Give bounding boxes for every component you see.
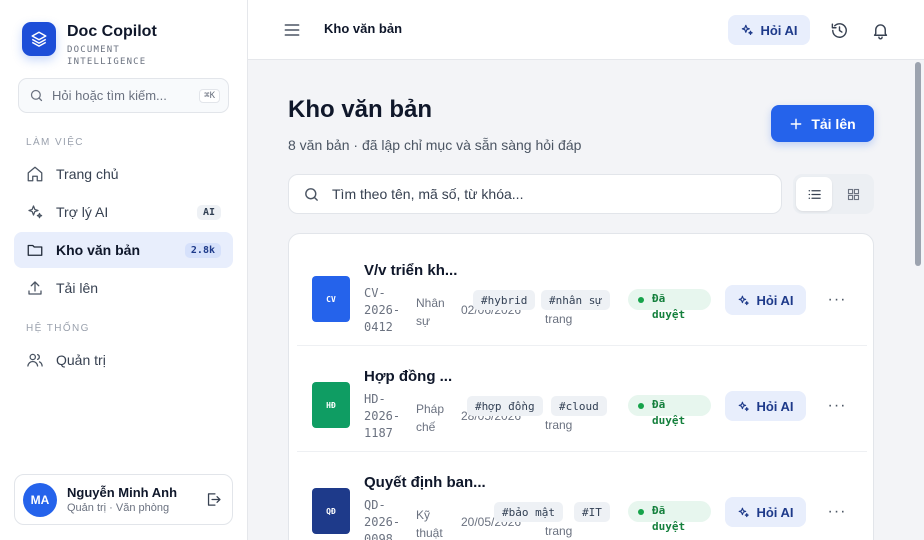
status-label: Đã duyệt bbox=[652, 398, 686, 427]
avatar: MA bbox=[23, 482, 57, 517]
app-tagline: DOCUMENT INTELLIGENCE bbox=[67, 45, 147, 67]
sidebar-item-label: Trợ lý AI bbox=[56, 204, 109, 220]
tag[interactable]: #hợp đồng bbox=[467, 396, 543, 416]
more-options-icon[interactable]: ··· bbox=[828, 502, 846, 522]
sparkles-icon bbox=[742, 24, 754, 36]
sidebar-item-admin[interactable]: Quản trị bbox=[14, 342, 233, 378]
ask-ai-button[interactable]: Hỏi AI bbox=[725, 391, 806, 421]
scrollbar[interactable] bbox=[915, 62, 921, 266]
more-options-icon[interactable]: ··· bbox=[828, 396, 846, 416]
sidebar-item-document-store[interactable]: Kho văn bản 2.8k bbox=[14, 232, 233, 268]
user-role: Quản trị · Văn phòng bbox=[67, 501, 170, 514]
grid-view-icon[interactable] bbox=[835, 177, 871, 211]
document-department: Pháp chế bbox=[416, 402, 445, 434]
status-dot bbox=[638, 297, 644, 303]
home-icon bbox=[27, 166, 43, 182]
view-toggle bbox=[793, 174, 874, 214]
sidebar-item-home[interactable]: Trang chủ bbox=[14, 156, 233, 192]
document-search-input[interactable]: Tìm theo tên, mã số, từ khóa... bbox=[288, 174, 782, 214]
menu-icon[interactable] bbox=[282, 20, 302, 40]
users-icon bbox=[27, 353, 43, 367]
ask-ai-button[interactable]: Hỏi AI bbox=[725, 285, 806, 315]
layers-logo-icon bbox=[22, 22, 56, 56]
document-type-icon: QĐ bbox=[312, 488, 350, 534]
document-type-icon: CV bbox=[312, 276, 350, 322]
tag[interactable]: #IT bbox=[574, 502, 610, 522]
tag[interactable]: #bảo mật bbox=[494, 502, 563, 522]
search-placeholder: Tìm theo tên, mã số, từ khóa... bbox=[332, 186, 524, 202]
document-list: CV V/v triển kh... CV-2026-0412 Nhân sự … bbox=[288, 233, 874, 540]
breadcrumb: Kho văn bản bbox=[324, 21, 403, 36]
sparkles-icon bbox=[28, 205, 43, 219]
document-title[interactable]: V/v triển kh... bbox=[364, 262, 457, 279]
status-badge: Đã duyệt bbox=[628, 289, 711, 321]
topbar: Kho văn bản Hỏi AI bbox=[248, 0, 924, 60]
ask-ai-label: Hỏi AI bbox=[756, 504, 794, 520]
user-name: Nguyễn Minh Anh bbox=[67, 484, 178, 500]
count-badge: 2.8k bbox=[184, 242, 221, 258]
shortcut-badge: ⌘K bbox=[199, 88, 220, 103]
logout-icon[interactable] bbox=[205, 491, 222, 508]
ask-ai-button[interactable]: Hỏi AI bbox=[725, 497, 806, 527]
ai-badge: AI bbox=[196, 204, 221, 220]
page-subtitle: 8 văn bản · đã lập chỉ mục và sẵn sàng h… bbox=[288, 137, 582, 153]
sidebar-item-label: Kho văn bản bbox=[56, 242, 141, 258]
upload-button[interactable]: Tải lên bbox=[771, 105, 874, 142]
ask-ai-label: Hỏi AI bbox=[756, 398, 794, 414]
status-badge: Đã duyệt bbox=[628, 395, 711, 427]
sidebar-item-upload[interactable]: Tải lên bbox=[14, 270, 233, 306]
sidebar-item-label: Quản trị bbox=[56, 352, 106, 368]
document-title[interactable]: Hợp đồng ... bbox=[364, 368, 452, 385]
tag[interactable]: #hybrid bbox=[473, 290, 536, 310]
table-row[interactable]: HĐ Hợp đồng ... HD-2026-1187 Pháp chế 28… bbox=[297, 346, 867, 452]
document-type-icon: HĐ bbox=[312, 382, 350, 428]
document-code: HD-2026-1187 bbox=[364, 392, 401, 440]
document-code: QD-2026-0098 bbox=[364, 498, 401, 540]
user-card[interactable]: MA Nguyễn Minh Anh Quản trị · Văn phòng bbox=[14, 474, 233, 525]
page-title: Kho văn bản bbox=[288, 96, 433, 123]
sidebar-search-placeholder: Hỏi hoặc tìm kiếm... bbox=[52, 88, 167, 103]
upload-icon bbox=[28, 281, 42, 295]
table-row[interactable]: CV V/v triển kh... CV-2026-0412 Nhân sự … bbox=[297, 240, 867, 346]
ask-ai-label: Hỏi AI bbox=[760, 22, 798, 38]
status-label: Đã duyệt bbox=[652, 292, 686, 321]
sidebar-item-label: Trang chủ bbox=[56, 166, 119, 182]
document-department: Kỹ thuật bbox=[416, 508, 443, 540]
document-code: CV-2026-0412 bbox=[364, 286, 401, 334]
sidebar-item-label: Tải lên bbox=[56, 280, 99, 296]
app-name: Doc Copilot bbox=[67, 23, 157, 40]
sparkles-icon bbox=[739, 295, 750, 305]
brand[interactable]: Doc Copilot DOCUMENT INTELLIGENCE bbox=[22, 22, 163, 68]
sparkles-icon bbox=[739, 507, 750, 517]
upload-label: Tải lên bbox=[811, 115, 856, 132]
sparkles-icon bbox=[739, 401, 750, 411]
document-department: Nhân sự bbox=[416, 296, 445, 328]
status-dot bbox=[638, 509, 644, 515]
more-options-icon[interactable]: ··· bbox=[828, 290, 846, 310]
section-label-system: HỆ THỐNG bbox=[26, 323, 90, 334]
sidebar-item-ai-assistant[interactable]: Trợ lý AI AI bbox=[14, 194, 233, 230]
list-view-icon[interactable] bbox=[796, 177, 832, 211]
search-icon bbox=[30, 89, 43, 102]
bell-icon[interactable] bbox=[869, 19, 891, 41]
history-icon[interactable] bbox=[828, 19, 850, 41]
ask-ai-label: Hỏi AI bbox=[756, 292, 794, 308]
folder-icon bbox=[27, 244, 43, 256]
table-row[interactable]: QĐ Quyết định ban... QD-2026-0098 Kỹ thu… bbox=[297, 452, 867, 540]
plus-icon bbox=[790, 118, 802, 129]
document-title[interactable]: Quyết định ban... bbox=[364, 474, 486, 491]
status-label: Đã duyệt bbox=[652, 504, 686, 533]
sidebar-search-input[interactable]: Hỏi hoặc tìm kiếm... ⌘K bbox=[18, 78, 229, 113]
document-pages: trang bbox=[545, 418, 573, 432]
document-pages: trang bbox=[545, 524, 573, 538]
document-pages: trang bbox=[545, 312, 573, 326]
status-dot bbox=[638, 403, 644, 409]
tag[interactable]: #cloud bbox=[551, 396, 607, 416]
tag[interactable]: #nhân sự bbox=[541, 290, 610, 310]
sidebar: Doc Copilot DOCUMENT INTELLIGENCE Hỏi ho… bbox=[0, 0, 248, 540]
ask-ai-button[interactable]: Hỏi AI bbox=[728, 15, 810, 45]
search-icon bbox=[305, 187, 318, 201]
section-label-work: LÀM VIỆC bbox=[26, 137, 84, 148]
status-badge: Đã duyệt bbox=[628, 501, 711, 533]
